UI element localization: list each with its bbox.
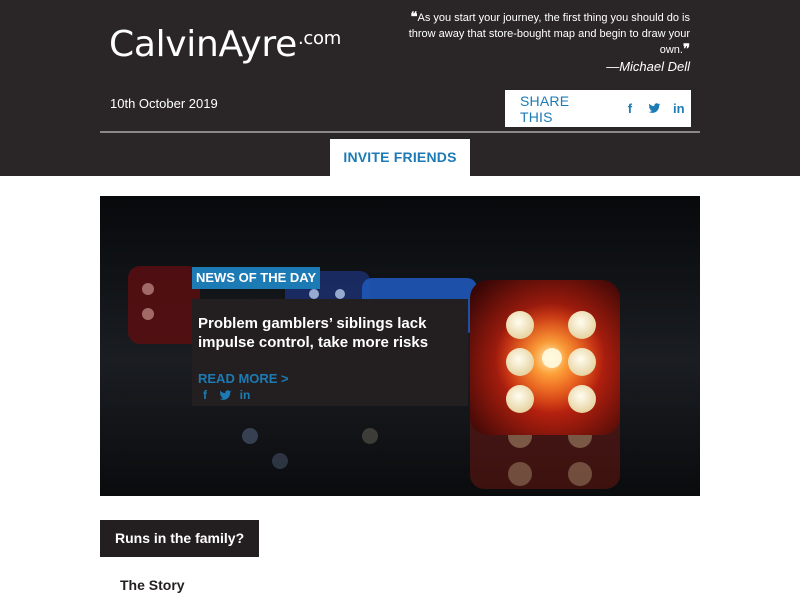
story-subheading: The Story (120, 577, 185, 593)
facebook-icon[interactable]: f (198, 388, 212, 402)
story-social-links: f in (198, 388, 462, 402)
close-quote-icon: ❞ (683, 42, 690, 57)
open-quote-icon: ❝ (410, 10, 418, 25)
logo-suffix-text: .com (297, 28, 341, 49)
featured-story-card: Problem gamblers’ siblings lack impulse … (192, 299, 468, 406)
quote-text: As you start your journey, the first thi… (408, 12, 690, 56)
linkedin-icon[interactable]: in (667, 101, 691, 116)
invite-friends-button[interactable]: INVITE FRIENDS (330, 139, 470, 176)
site-header: CalvinAyre.com ❝As you start your journe… (0, 0, 800, 176)
section-heading: Runs in the family? (100, 520, 259, 557)
header-divider (100, 131, 700, 133)
facebook-icon[interactable]: f (618, 101, 642, 116)
issue-date: 10th October 2019 (110, 96, 218, 111)
featured-story-title[interactable]: Problem gamblers’ siblings lack impulse … (198, 314, 462, 352)
header-quote: ❝As you start your journey, the first th… (390, 10, 690, 75)
twitter-icon[interactable] (218, 389, 232, 402)
calvinayre-logo[interactable]: CalvinAyre.com (109, 24, 341, 65)
twitter-icon[interactable] (642, 102, 666, 115)
read-more-link[interactable]: READ MORE > (198, 371, 462, 386)
share-label: SHARE THIS (520, 92, 570, 125)
news-of-the-day-tag: NEWS OF THE DAY (192, 267, 321, 289)
share-bar: SHARE THIS f in (505, 90, 691, 127)
quote-author: —Michael Dell (606, 59, 690, 74)
logo-main-text: CalvinAyre (109, 24, 297, 65)
linkedin-icon[interactable]: in (238, 388, 252, 402)
